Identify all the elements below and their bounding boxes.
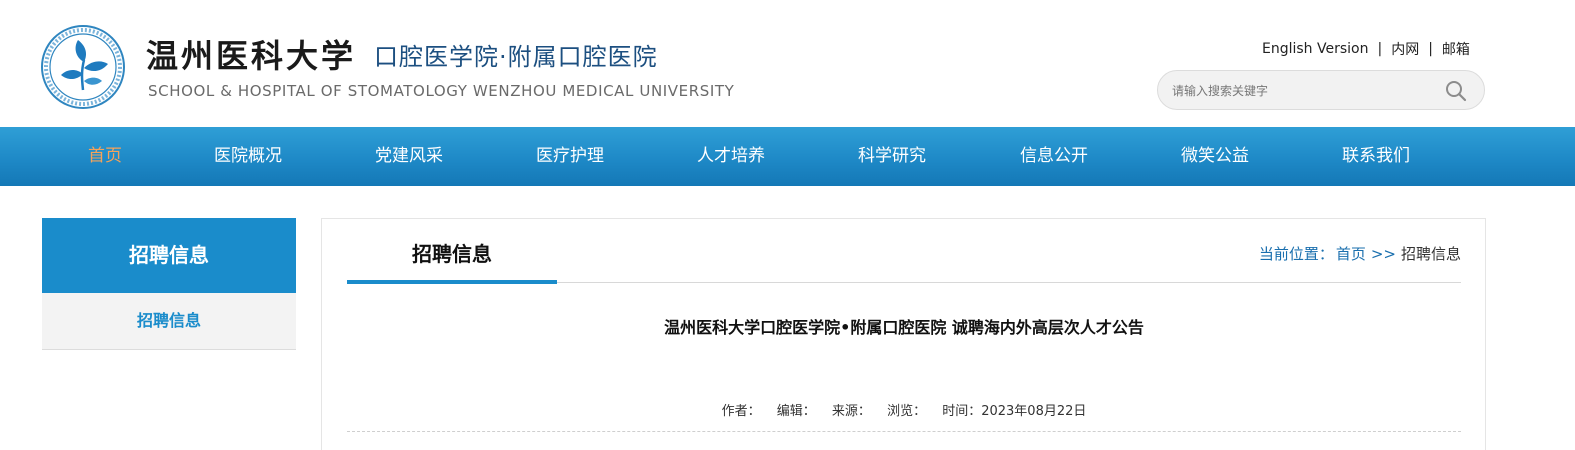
main-content: 招聘信息 当前位置： 首页 >> 招聘信息 温州医科大学口腔医学院•附属口腔医院… (321, 218, 1486, 450)
content-tab-title: 招聘信息 (412, 242, 492, 266)
nav-item-talent-training[interactable]: 人才培养 (676, 127, 786, 186)
nav-item-hospital-overview[interactable]: 医院概况 (193, 127, 303, 186)
link-separator: | (1377, 41, 1383, 57)
meta-views: 浏览： (887, 404, 927, 419)
nav-item-scientific-research[interactable]: 科学研究 (837, 127, 947, 186)
intranet-link[interactable]: 内网 (1391, 39, 1419, 59)
nav-item-smile-charity[interactable]: 微笑公益 (1160, 127, 1270, 186)
search-icon[interactable] (1445, 80, 1467, 102)
university-name: 温州医科大学 (146, 37, 357, 75)
breadcrumb-current: 招聘信息 (1400, 245, 1461, 263)
breadcrumb-separator: >> (1370, 244, 1396, 263)
tab-underline (347, 280, 557, 284)
sidebar-title: 招聘信息 (42, 218, 296, 293)
breadcrumb-label: 当前位置： (1258, 245, 1334, 263)
site-header: 温州医科大学 口腔医学院·附属口腔医院 SCHOOL & HOSPITAL OF… (0, 0, 1575, 127)
english-version-link[interactable]: English Version (1262, 41, 1368, 57)
sidebar-item-recruitment[interactable]: 招聘信息 (42, 293, 296, 350)
top-links: English Version | 内网 | 邮箱 (1262, 39, 1470, 59)
nav-item-home[interactable]: 首页 (60, 127, 150, 186)
nav-item-medical-nursing[interactable]: 医疗护理 (515, 127, 625, 186)
content-header: 招聘信息 当前位置： 首页 >> 招聘信息 (347, 219, 1461, 284)
search-box (1157, 70, 1485, 110)
meta-source: 来源： (831, 404, 871, 419)
brand-chinese: 温州医科大学 口腔医学院·附属口腔医院 (146, 32, 658, 76)
nav-item-party-building[interactable]: 党建风采 (354, 127, 464, 186)
brand-english: SCHOOL & HOSPITAL OF STOMATOLOGY WENZHOU… (148, 82, 735, 100)
search-input[interactable] (1172, 80, 1432, 102)
meta-editor: 编辑： (776, 404, 816, 419)
sidebar: 招聘信息 招聘信息 (42, 218, 296, 350)
nav-item-information-disclosure[interactable]: 信息公开 (999, 127, 1109, 186)
meta-time: 时间：2023年08月22日 (942, 404, 1087, 419)
article-meta: 作者： 编辑： 来源： 浏览： 时间：2023年08月22日 (347, 400, 1461, 419)
article-title: 温州医科大学口腔医学院•附属口腔医院 诚聘海内外高层次人才公告 (664, 318, 1144, 337)
meta-divider (347, 431, 1461, 432)
meta-author: 作者： (721, 404, 761, 419)
school-name: 口腔医学院·附属口腔医院 (374, 42, 658, 71)
link-separator: | (1428, 41, 1433, 57)
breadcrumb: 当前位置： 首页 >> 招聘信息 (1259, 243, 1461, 264)
mailbox-link[interactable]: 邮箱 (1442, 39, 1470, 59)
main-nav: 首页 医院概况 党建风采 医疗护理 人才培养 科学研究 信息公开 微笑公益 联系… (0, 127, 1575, 186)
breadcrumb-home-link[interactable]: 首页 (1336, 243, 1366, 264)
university-logo[interactable] (40, 24, 126, 110)
nav-item-contact-us[interactable]: 联系我们 (1321, 127, 1431, 186)
